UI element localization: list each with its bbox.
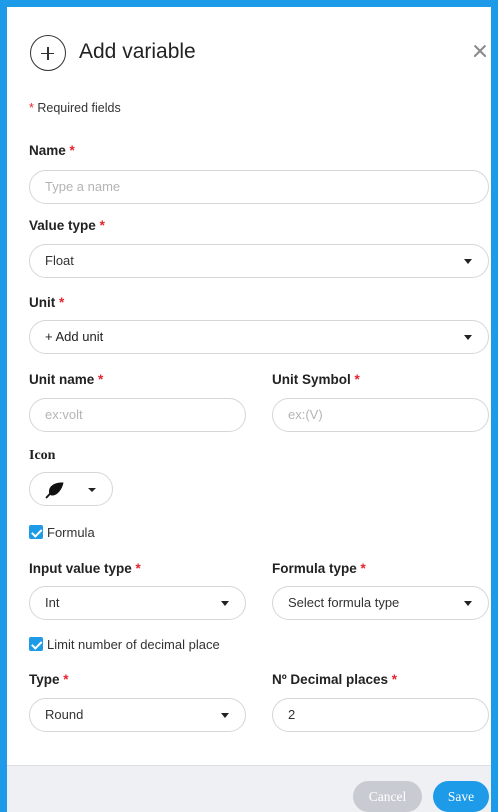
unit-symbol-label-text: Unit Symbol: [272, 372, 351, 387]
type-select[interactable]: Round: [29, 698, 246, 732]
name-label-text: Name: [29, 143, 66, 158]
name-label: Name *: [29, 143, 75, 158]
icon-label: Icon: [29, 448, 56, 463]
input-value-type-label-text: Input value type: [29, 561, 132, 576]
unit-symbol-input[interactable]: ex:(V): [272, 398, 489, 432]
type-value: Round: [45, 707, 84, 722]
unit-label-text: Unit: [29, 295, 56, 310]
unit-select[interactable]: + Add unit: [29, 320, 489, 354]
unit-name-label-text: Unit name: [29, 372, 95, 387]
unit-name-label: Unit name *: [29, 372, 103, 387]
dialog-title: Add variable: [79, 40, 196, 63]
chevron-down-icon: [88, 488, 96, 492]
limit-decimal-checkbox[interactable]: [29, 637, 43, 651]
input-value-type-value: Int: [45, 595, 60, 610]
required-fields-note: * Required fields: [29, 101, 121, 115]
limit-decimal-label: Limit number of decimal place: [47, 636, 220, 652]
decimal-places-label: Nº Decimal places *: [272, 672, 397, 687]
unit-name-input[interactable]: ex:volt: [29, 398, 246, 432]
required-star: *: [98, 372, 104, 387]
input-value-type-label: Input value type *: [29, 561, 141, 576]
required-star: *: [99, 218, 105, 233]
close-icon[interactable]: [467, 36, 491, 66]
formula-type-label-text: Formula type: [272, 561, 357, 576]
required-star: *: [63, 672, 69, 687]
required-star: *: [135, 561, 141, 576]
save-button[interactable]: Save: [433, 781, 489, 812]
value-type-value: Float: [45, 253, 74, 268]
formula-checkbox-row[interactable]: Formula: [29, 523, 95, 541]
decimal-places-label-text: Nº Decimal places: [272, 672, 388, 687]
formula-type-label: Formula type *: [272, 561, 366, 576]
decimal-places-input[interactable]: 2: [272, 698, 489, 732]
icon-picker[interactable]: [29, 472, 113, 506]
chevron-down-icon: [221, 713, 229, 718]
required-star: *: [360, 561, 366, 576]
required-star: *: [59, 295, 65, 310]
leaf-icon: [45, 482, 64, 499]
input-value-type-select[interactable]: Int: [29, 586, 246, 620]
required-star: *: [354, 372, 360, 387]
formula-checkbox[interactable]: [29, 525, 43, 539]
type-label-text: Type: [29, 672, 60, 687]
required-star: *: [29, 101, 34, 115]
value-type-label: Value type *: [29, 218, 105, 233]
unit-symbol-label: Unit Symbol *: [272, 372, 360, 387]
limit-decimal-checkbox-row[interactable]: Limit number of decimal place: [29, 635, 220, 653]
chevron-down-icon: [221, 601, 229, 606]
required-fields-text: Required fields: [37, 101, 121, 115]
type-label: Type *: [29, 672, 69, 687]
unit-label: Unit *: [29, 295, 64, 310]
required-star: *: [391, 672, 398, 687]
value-type-label-text: Value type: [29, 218, 96, 233]
chevron-down-icon: [464, 259, 472, 264]
chevron-down-icon: [464, 335, 472, 340]
value-type-select[interactable]: Float: [29, 244, 489, 278]
dialog-footer: Cancel Save: [7, 765, 491, 812]
dialog-header: Add variable: [30, 35, 490, 75]
formula-type-select[interactable]: Select formula type: [272, 586, 489, 620]
formula-label: Formula: [47, 524, 95, 540]
add-circle-icon: [30, 35, 66, 71]
required-star: *: [69, 143, 75, 158]
formula-type-value: Select formula type: [288, 595, 400, 610]
cancel-button[interactable]: Cancel: [353, 781, 422, 812]
chevron-down-icon: [464, 601, 472, 606]
add-variable-dialog: Add variable * Required fields Name * Ty…: [0, 0, 498, 812]
unit-value: + Add unit: [45, 329, 104, 344]
name-input[interactable]: Type a name: [29, 170, 489, 204]
